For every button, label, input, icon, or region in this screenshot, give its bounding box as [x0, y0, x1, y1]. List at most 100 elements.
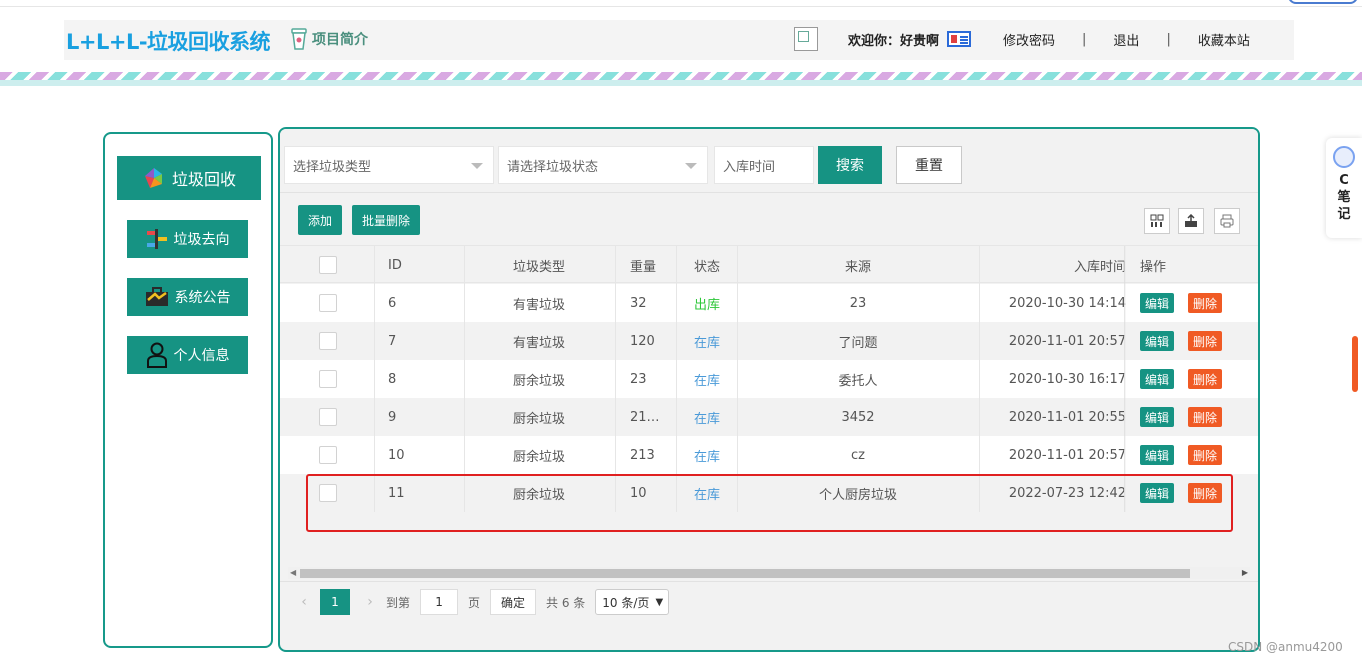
storage-time-input[interactable]: 入库时间 — [714, 146, 814, 184]
row-checkbox[interactable] — [319, 408, 337, 426]
export-icon[interactable] — [1178, 208, 1204, 234]
cell-time: 2020-10-30 14:14 — [1008, 295, 1126, 311]
table-row: 6 有害垃圾 32 出库 23 2020-10-30 14:14 编辑 删除 — [280, 284, 1258, 322]
header-id[interactable]: ID — [388, 246, 448, 284]
garbage-status-placeholder: 请选择垃圾状态 — [507, 159, 599, 175]
cell-source: 3452 — [841, 409, 875, 425]
cell-type: 厨余垃圾 — [512, 487, 565, 503]
print-icon[interactable] — [1214, 208, 1240, 234]
table-row: 8 厨余垃圾 23 在库 委托人 2020-10-30 16:17 编辑 删除 — [280, 360, 1258, 398]
site-logo[interactable]: L+L+L-垃圾回收系统 — [66, 26, 271, 56]
cell-source: 了问题 — [838, 335, 878, 351]
current-page[interactable]: 1 — [320, 589, 350, 615]
row-checkbox[interactable] — [319, 294, 337, 312]
delete-button[interactable]: 删除 — [1188, 293, 1222, 313]
edit-button[interactable]: 编辑 — [1140, 407, 1174, 427]
row-checkbox-cell — [318, 360, 338, 398]
broken-image-icon — [794, 27, 818, 51]
cell-weight: 23 — [630, 371, 647, 387]
delete-button[interactable]: 删除 — [1188, 445, 1222, 465]
cell-status: 在库 — [693, 449, 720, 465]
edit-button[interactable]: 编辑 — [1140, 445, 1174, 465]
sidebar-item-label: 系统公告 — [174, 290, 231, 306]
cell-status: 在库 — [693, 373, 720, 389]
sidebar-item-garbage-recycle[interactable]: 垃圾回收 — [117, 156, 261, 200]
project-intro-link[interactable]: 项目简介 — [290, 26, 368, 52]
sidebar-item-system-notice[interactable]: 系统公告 — [127, 278, 248, 316]
total-count: 共 6 条 — [546, 595, 586, 610]
cell-ops: 编辑 删除 — [1140, 322, 1250, 360]
header-type[interactable]: 垃圾类型 — [464, 246, 614, 284]
cell-id: 11 — [388, 485, 405, 501]
delete-button[interactable]: 删除 — [1188, 331, 1222, 351]
edit-button[interactable]: 编辑 — [1140, 369, 1174, 389]
delete-button[interactable]: 删除 — [1188, 369, 1222, 389]
row-checkbox[interactable] — [319, 484, 337, 502]
notes-widget[interactable]: C 笔 记 — [1326, 138, 1362, 238]
sidebar-item-label: 个人信息 — [173, 348, 230, 364]
reset-button[interactable]: 重置 — [896, 146, 962, 184]
scrollbar-thumb[interactable] — [300, 569, 1190, 578]
header-status[interactable]: 状态 — [678, 246, 736, 284]
edit-button[interactable]: 编辑 — [1140, 331, 1174, 351]
cell-ops: 编辑 删除 — [1140, 284, 1250, 322]
row-checkbox[interactable] — [319, 370, 337, 388]
row-checkbox[interactable] — [319, 446, 337, 464]
batch-delete-button[interactable]: 批量删除 — [352, 205, 420, 235]
scroll-left-arrow[interactable]: ◀ — [290, 568, 296, 577]
garbage-type-placeholder: 选择垃圾类型 — [293, 159, 372, 175]
horizontal-scrollbar[interactable]: ◀ ▶ — [288, 567, 1250, 579]
sidebar-item-personal-info[interactable]: 个人信息 — [127, 336, 248, 374]
sidebar: 垃圾回收 垃圾去向 系统公告 个人信息 — [103, 132, 273, 648]
header-weight[interactable]: 重量 — [630, 246, 676, 284]
cell-source: cz — [851, 447, 865, 463]
logout-link[interactable]: 退出 — [1113, 30, 1139, 49]
cell-time: 2020-11-01 20:57 — [1008, 447, 1126, 463]
cell-id: 9 — [388, 409, 397, 425]
pagination: ‹ 1 › 到第 1 页 确定 共 6 条 10 条/页 ▼ — [296, 589, 670, 615]
search-button[interactable]: 搜索 — [818, 146, 882, 184]
decorative-stripe — [0, 72, 1362, 80]
page-size-select[interactable]: 10 条/页 ▼ — [595, 589, 670, 615]
cell-ops: 编辑 删除 — [1140, 360, 1250, 398]
chevron-down-icon — [685, 163, 697, 169]
table-row: 11 厨余垃圾 10 在库 个人厨房垃圾 2022-07-23 12:42 编辑 删除 — [280, 474, 1258, 512]
page-size-value: 10 条/页 — [602, 595, 650, 610]
row-checkbox[interactable] — [319, 332, 337, 350]
columns-icon[interactable] — [1144, 208, 1170, 234]
garbage-type-select[interactable]: 选择垃圾类型 — [284, 146, 494, 184]
edit-button[interactable]: 编辑 — [1140, 293, 1174, 313]
next-page-icon[interactable]: › — [362, 594, 378, 610]
page-confirm-button[interactable]: 确定 — [490, 589, 537, 615]
sidebar-item-label: 垃圾去向 — [173, 232, 230, 248]
user-icon — [146, 342, 167, 368]
delete-button[interactable]: 删除 — [1188, 483, 1222, 503]
browser-oval-decoration — [1288, 0, 1358, 4]
cell-weight: 32 — [630, 295, 647, 311]
row-checkbox-cell — [318, 436, 338, 474]
scroll-right-arrow[interactable]: ▶ — [1242, 568, 1248, 577]
change-password-link[interactable]: 修改密码 — [1003, 30, 1055, 49]
delete-button[interactable]: 删除 — [1188, 407, 1222, 427]
page-scroll-indicator[interactable] — [1352, 336, 1358, 392]
add-button[interactable]: 添加 — [298, 205, 342, 235]
header-source[interactable]: 来源 — [738, 246, 978, 284]
id-card-icon[interactable] — [947, 31, 972, 47]
briefcase-icon — [145, 287, 168, 306]
page-number-input[interactable]: 1 — [420, 589, 459, 615]
watermark: CSDN @anmu4200 — [1228, 640, 1343, 654]
edit-button[interactable]: 编辑 — [1140, 483, 1174, 503]
cell-type: 有害垃圾 — [512, 297, 565, 313]
sidebar-item-garbage-direction[interactable]: 垃圾去向 — [127, 220, 248, 258]
header-separator: | — [1166, 31, 1171, 47]
select-all-checkbox[interactable] — [319, 256, 337, 274]
header-time[interactable]: 入库时间 — [980, 246, 1126, 284]
welcome-text: 欢迎你：好贵啊 — [848, 33, 940, 49]
prev-page-icon[interactable]: ‹ — [296, 594, 312, 610]
site-header: L+L+L-垃圾回收系统 项目简介 欢迎你：好贵啊 修改密码 | 退出 | 收藏… — [64, 20, 1294, 60]
cell-type: 厨余垃圾 — [512, 373, 565, 389]
notes-icon — [1333, 146, 1355, 168]
cell-weight: 120 — [630, 333, 655, 349]
garbage-status-select[interactable]: 请选择垃圾状态 — [498, 146, 708, 184]
bookmark-link[interactable]: 收藏本站 — [1198, 30, 1250, 49]
